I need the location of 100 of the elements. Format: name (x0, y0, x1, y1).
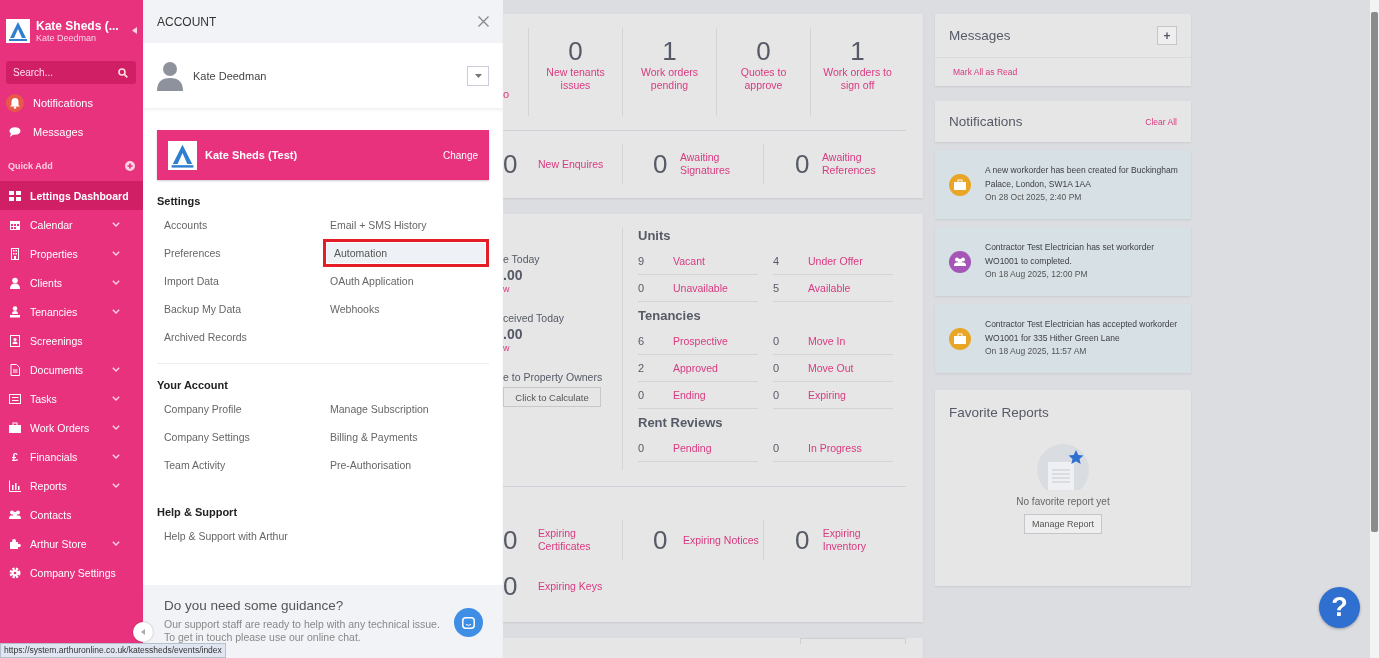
status-link[interactable]: Available (808, 282, 851, 294)
collapse-icon (132, 27, 137, 34)
nav-item[interactable]: Properties (0, 239, 143, 268)
stat-link[interactable]: Expiring Certificates (538, 527, 622, 553)
stat-link[interactable]: Expiring Notices (683, 533, 759, 547)
stat-link[interactable]: Expiring Keys (538, 579, 603, 593)
add-button[interactable]: + (1157, 26, 1177, 45)
menu-link[interactable]: Billing & Payments (323, 423, 489, 451)
stat-link[interactable]: Work orders to sign off (815, 66, 900, 92)
menu-link[interactable]: Team Activity (157, 451, 323, 479)
nav-item[interactable]: £ Financials (0, 442, 143, 471)
stat-link[interactable]: o (503, 88, 510, 100)
stat-link[interactable]: Quotes to approve (721, 66, 806, 92)
nav-item[interactable]: Tenancies (0, 297, 143, 326)
stat-value: 0 (653, 524, 669, 556)
scrollbar[interactable] (1370, 0, 1379, 658)
stat-link[interactable]: Expiring Inventory (822, 527, 906, 553)
menu-link[interactable]: Archived Records (157, 323, 323, 351)
nav-item[interactable]: Reports (0, 471, 143, 500)
view-link[interactable]: w (503, 284, 510, 295)
count-text: 5 (773, 282, 781, 294)
status-link[interactable]: Pending (673, 442, 712, 454)
nav-item[interactable]: Company Settings (0, 558, 143, 587)
status-link[interactable]: Approved (673, 362, 718, 374)
dropdown-button[interactable] (467, 65, 489, 86)
person-icon (9, 305, 21, 318)
count-text: 4 (773, 255, 781, 267)
stat-link[interactable]: New tenants issues (533, 66, 618, 92)
add-icon[interactable] (125, 160, 135, 171)
user-name: Kate Deedman (193, 69, 268, 82)
view-link[interactable]: w (503, 343, 510, 354)
search-field[interactable]: Search... (6, 61, 136, 84)
menu-link[interactable]: Backup My Data (157, 295, 323, 323)
briefcase-icon (9, 421, 21, 434)
chat-button[interactable] (454, 608, 483, 637)
nav-item[interactable]: Work Orders (0, 413, 143, 442)
stat-link[interactable]: Awaiting Signatures (679, 151, 763, 177)
nav-item[interactable]: Arthur Store (0, 529, 143, 558)
nav-item[interactable]: Tasks (0, 384, 143, 413)
group-heading: Units (638, 227, 672, 245)
scrollbar-thumb[interactable] (1371, 12, 1378, 532)
status-link[interactable]: Under Offer (808, 255, 863, 267)
section-label: Quick Add (8, 160, 53, 171)
close-icon (478, 16, 489, 27)
card-title: Messages (949, 28, 1011, 43)
manage-report-button[interactable]: Manage Report (1024, 514, 1102, 534)
calculate-button[interactable]: Click to Calculate (503, 387, 601, 407)
status-link[interactable]: Move In (808, 335, 846, 347)
nav-item[interactable]: Screenings (0, 326, 143, 355)
menu-link[interactable]: Company Profile (157, 395, 323, 423)
group-heading: Rent Reviews (638, 414, 724, 432)
status-link[interactable]: In Progress (808, 442, 862, 454)
search-input[interactable]: Search... (13, 67, 118, 78)
menu-link[interactable]: OAuth Application (323, 267, 489, 295)
nav-item[interactable]: Calendar (0, 210, 143, 239)
notification-card[interactable]: Contractor Test Electrician has accepted workorder WO1001 for 335 Hither Green Lane On 18 Aug 2025, 11:57 AM (935, 304, 1191, 373)
chat-icon (462, 616, 475, 629)
notification-time: On 28 Oct 2025, 2:40 PM (985, 191, 1083, 205)
menu-link[interactable]: Pre-Authorisation (323, 451, 489, 479)
puzzle-icon (9, 537, 21, 550)
notification-time: On 18 Aug 2025, 12:00 PM (985, 268, 1089, 282)
messages-link[interactable]: Messages (0, 117, 143, 146)
menu-link[interactable]: Import Data (157, 267, 323, 295)
nav-item[interactable]: Clients (0, 268, 143, 297)
nav-item[interactable]: Documents (0, 355, 143, 384)
menu-link[interactable]: Company Settings (157, 423, 323, 451)
clear-all-link[interactable]: Clear All (1145, 116, 1177, 127)
mark-read-link[interactable]: Mark All as Read (953, 67, 1018, 77)
menu-link[interactable]: Help & Support with Arthur (157, 522, 323, 550)
status-link[interactable]: Unavailable (673, 282, 728, 294)
status-link[interactable]: Ending (673, 389, 706, 401)
help-button[interactable]: ? (1319, 587, 1360, 628)
briefcase-icon (954, 178, 966, 191)
menu-link[interactable]: Email + SMS History (323, 211, 489, 239)
stat-value: 0 (653, 148, 669, 180)
menu-link[interactable]: Automation (327, 243, 485, 263)
notification-text: A new workorder has been created for Buckingham Palace, London, SW1A 1AA (985, 164, 1179, 191)
notification-card[interactable]: A new workorder has been created for Buckingham Palace, London, SW1A 1AA On 28 Oct 2025, 2:40 PM (935, 150, 1191, 219)
menu-link[interactable]: Webhooks (323, 295, 489, 323)
notifications-link[interactable]: Notifications (0, 88, 143, 117)
menu-link[interactable]: Preferences (157, 239, 323, 267)
search-icon (118, 67, 128, 78)
status-link[interactable]: Prospective (673, 335, 728, 347)
stat-link[interactable]: New Enquires (538, 157, 604, 171)
stat-link[interactable]: Work orders pending (627, 66, 712, 92)
collapse-icon (141, 629, 145, 635)
status-link[interactable]: Expiring (808, 389, 846, 401)
menu-link[interactable]: Manage Subscription (323, 395, 489, 423)
count-text: 0 (773, 335, 781, 347)
chat-bubble-icon (9, 125, 21, 138)
status-link[interactable]: Vacant (673, 255, 705, 267)
status-link[interactable]: Move Out (808, 362, 854, 374)
status-bar: https://system.arthuronline.co.uk/katessheds/events/index (0, 643, 226, 658)
change-link[interactable]: Change (442, 149, 478, 161)
nav-item[interactable]: Lettings Dashboard (0, 181, 143, 210)
notification-card[interactable]: Contractor Test Electrician has set workorder WO1001 to completed. On 18 Aug 2025, 12:00 PM (935, 227, 1191, 296)
nav-item[interactable]: Contacts (0, 500, 143, 529)
menu-link[interactable]: Accounts (157, 211, 323, 239)
stat-link[interactable]: Awaiting References (822, 151, 906, 177)
close-button[interactable] (478, 16, 489, 27)
